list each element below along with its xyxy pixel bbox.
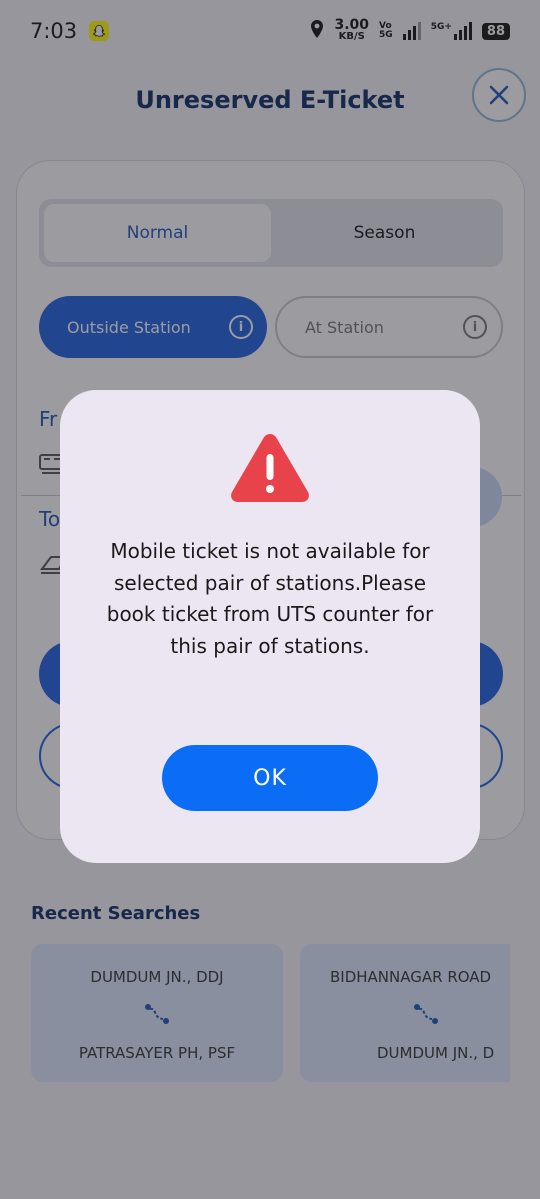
ok-button[interactable]: OK xyxy=(162,745,378,811)
alert-dialog: Mobile ticket is not available for selec… xyxy=(60,390,480,863)
dialog-message: Mobile ticket is not available for selec… xyxy=(106,539,434,658)
warning-icon xyxy=(231,434,309,502)
